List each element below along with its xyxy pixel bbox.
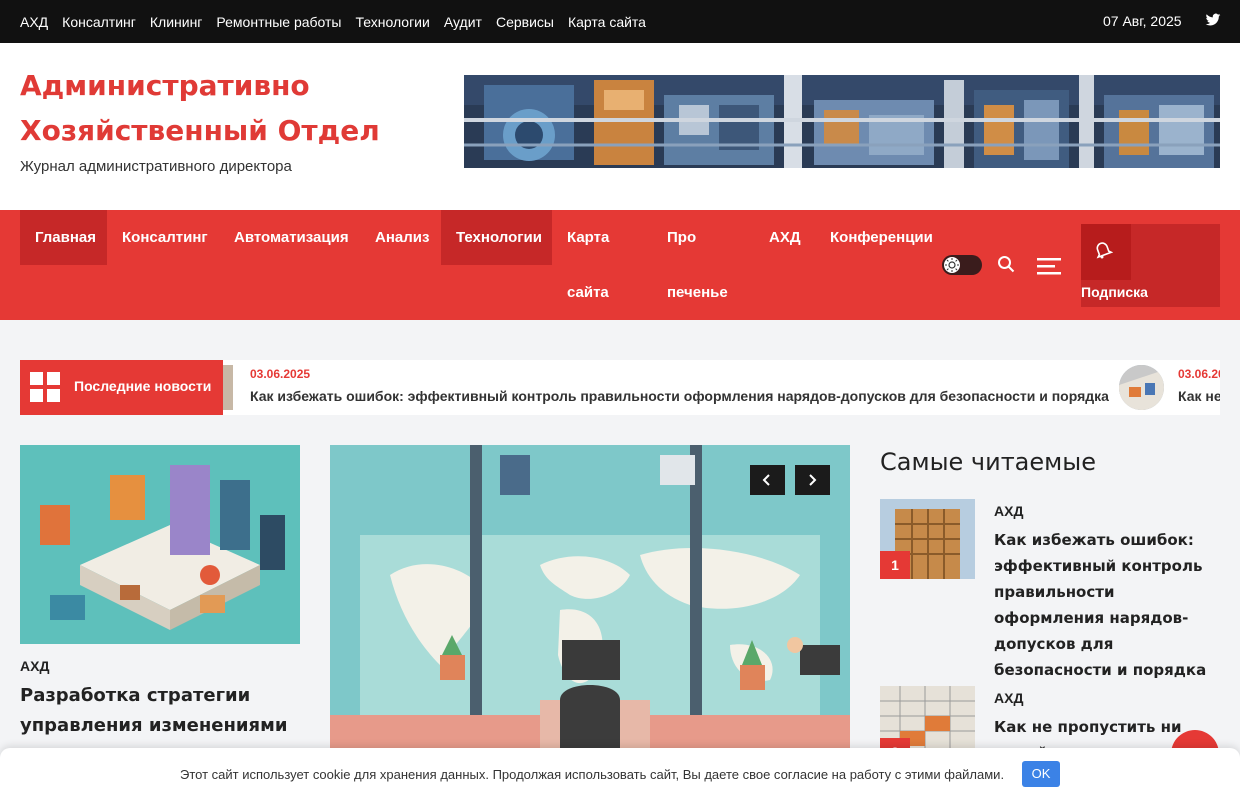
header-banner-image[interactable] [464,75,1220,168]
nav-item-conferences[interactable]: Конференции [815,210,940,265]
nav-item-automation[interactable]: Автоматизация [219,210,360,265]
site-title-line1[interactable]: Административно [20,63,420,108]
most-read-heading: Самые читаемые [880,448,1096,476]
sun-icon [944,257,960,273]
nav-item-cookies-line1: Про [667,229,697,246]
nav-item-consulting[interactable]: Консалтинг [107,210,219,265]
menu-icon[interactable] [1037,257,1061,275]
nav-item-home[interactable]: Главная [20,210,107,265]
bell-icon [1096,242,1113,259]
featured-card-category[interactable]: АХД [20,658,49,674]
slider-next-button[interactable] [795,465,830,495]
most-read-category[interactable]: АХД [994,503,1023,519]
latest-news-label: Последние новости [74,378,212,394]
top-menu-item-sitemap[interactable]: Карта сайта [568,14,646,30]
chevron-left-icon [762,474,770,486]
nav-item-sitemap[interactable]: Карта сайта [552,210,652,320]
ticker-item-date: 03.06.2025 [250,367,311,381]
nav-item-cookies[interactable]: Про печенье [652,210,754,320]
main-navigation: Главная Консалтинг Автоматизация Анализ … [0,210,1240,320]
nav-item-sitemap-line1: Карта [567,229,610,246]
cookie-text: Этот сайт использует cookie для хранения… [180,767,1005,782]
current-date: 07 Авг, 2025 [1103,13,1182,29]
site-title-line2[interactable]: Хозяйственный Отдел [20,108,420,153]
most-read-item: 1 АХД Как избежать ошибок: эффективный к… [880,499,1220,679]
subscribe-label: Подписка [1081,284,1148,300]
top-menu-item-ahd[interactable]: АХД [20,14,48,30]
grid-icon [30,372,60,402]
ticker-thumb[interactable] [223,365,233,410]
top-menu-item-services[interactable]: Сервисы [496,14,554,30]
featured-card-image[interactable] [20,445,300,644]
cookie-banner: Этот сайт использует cookie для хранения… [0,748,1240,800]
twitter-icon[interactable] [1205,12,1221,28]
bell-icon-box [1081,224,1131,280]
ticker-item-title[interactable]: Как не [1178,388,1220,404]
latest-news-badge: Последние новости [20,360,223,415]
top-menu-item-technologies[interactable]: Технологии [356,14,430,30]
nav-item-cookies-line2: печенье [667,284,728,301]
ticker-item-date: 03.06.2025 [1178,367,1220,381]
ticker-thumb[interactable] [1119,365,1164,410]
top-menu-item-cleaning[interactable]: Клининг [150,14,203,30]
slider-prev-button[interactable] [750,465,785,495]
news-ticker: Последние новости 03.06.2025 Как избежат… [20,360,1220,415]
nav-item-sitemap-line2: сайта [567,284,609,301]
nav-item-analysis[interactable]: Анализ [360,210,441,265]
rank-badge: 1 [880,551,910,579]
most-read-title[interactable]: Как избежать ошибок: эффективный контрол… [994,527,1220,683]
subscribe-button[interactable]: Подписка [1081,224,1220,307]
site-title[interactable]: Административно Хозяйственный Отдел [20,63,420,153]
top-menu: АХД Консалтинг Клининг Ремонтные работы … [20,0,646,43]
search-icon[interactable] [997,255,1015,273]
nav-item-ahd[interactable]: АХД [754,210,815,265]
cookie-ok-button[interactable]: OK [1022,761,1060,787]
most-read-category[interactable]: АХД [994,690,1023,706]
chevron-right-icon [809,474,817,486]
featured-slider[interactable] [330,445,850,800]
top-menu-item-audit[interactable]: Аудит [444,14,482,30]
top-menu-item-repair[interactable]: Ремонтные работы [216,14,341,30]
top-bar: АХД Консалтинг Клининг Ремонтные работы … [0,0,1240,43]
nav-item-technologies[interactable]: Технологии [441,210,552,265]
site-header: Административно Хозяйственный Отдел Журн… [0,43,1240,210]
theme-toggle[interactable] [942,255,982,275]
top-menu-item-consulting[interactable]: Консалтинг [62,14,136,30]
site-description: Журнал административного директора [20,158,292,175]
ticker-item-title[interactable]: Как избежать ошибок: эффективный контрол… [250,388,1109,404]
